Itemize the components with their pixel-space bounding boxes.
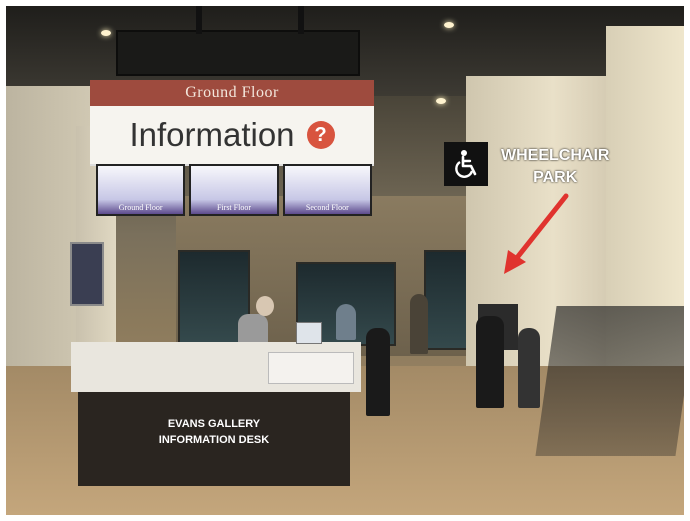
- wall-poster: [70, 242, 104, 306]
- person: [410, 294, 428, 354]
- photo: EVANS GALLERY INFORMATION DESK Ground Fl…: [6, 6, 684, 515]
- wheelchair-label: WHEELCHAIR PARK: [501, 145, 609, 189]
- desk-label-line2: INFORMATION DESK: [158, 434, 270, 446]
- directory-screen: Second Floor: [282, 164, 372, 216]
- ground-floor-sign: Ground Floor: [90, 80, 374, 106]
- screen-label: Ground Floor: [118, 203, 163, 212]
- ceiling-light: [436, 98, 446, 104]
- person-head: [256, 296, 274, 316]
- brochure-rack: [268, 352, 354, 384]
- information-sign: Information ?: [90, 106, 374, 166]
- directory-screens: Ground Floor First Floor Second Floor: [96, 164, 372, 216]
- desk-label-line1: EVANS GALLERY: [167, 418, 261, 430]
- truss-rod: [298, 6, 304, 34]
- red-arrow-icon: [504, 193, 569, 274]
- directory-screen: First Floor: [189, 164, 279, 216]
- ceiling-light: [444, 22, 454, 28]
- directory-screen: Ground Floor: [96, 164, 186, 216]
- ceiling-truss: [116, 30, 360, 76]
- desk-monitor: [296, 322, 322, 344]
- wheelchair-label-line1: WHEELCHAIR: [501, 147, 610, 164]
- person: [336, 304, 356, 340]
- glass-railing: [535, 306, 684, 456]
- person: [476, 316, 504, 408]
- desk-label: EVANS GALLERY INFORMATION DESK: [78, 416, 350, 448]
- screen-label: Second Floor: [305, 203, 349, 212]
- info-icon: ?: [306, 121, 335, 149]
- truss-rod: [196, 6, 202, 34]
- wheelchair-glyph: [455, 150, 477, 178]
- person: [366, 328, 390, 416]
- wheelchair-icon: [444, 142, 488, 186]
- screen-label: First Floor: [216, 203, 251, 212]
- ceiling-light: [101, 30, 111, 36]
- person: [518, 328, 540, 408]
- wheelchair-label-line2: PARK: [533, 169, 578, 186]
- information-sign-text: Information: [129, 116, 295, 153]
